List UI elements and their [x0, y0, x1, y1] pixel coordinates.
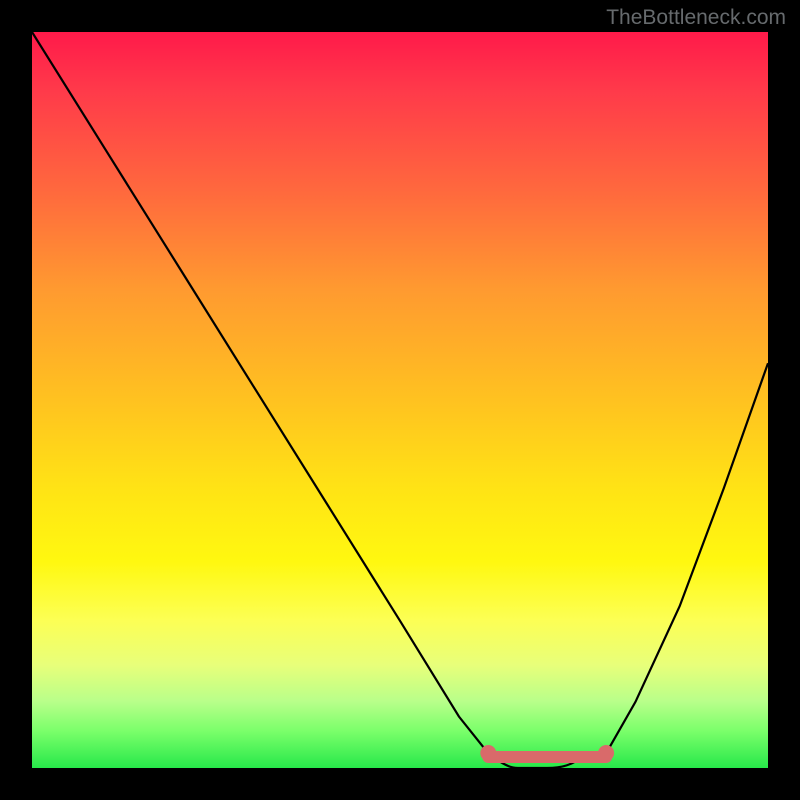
watermark-text: TheBottleneck.com — [606, 6, 786, 30]
optimal-marker-left — [480, 745, 496, 761]
plot-area — [32, 32, 768, 768]
optimal-marker-right — [598, 745, 614, 761]
bottleneck-curve-path — [32, 32, 768, 768]
curve-svg — [32, 32, 768, 768]
chart-container: TheBottleneck.com — [0, 0, 800, 800]
